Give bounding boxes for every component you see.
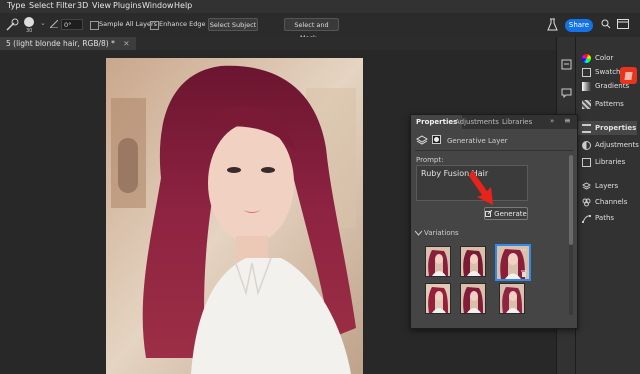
menu-bar: Type Select Filter 3D View Plugins Windo… [0, 0, 640, 13]
prompt-label: Prompt: [416, 156, 444, 164]
mask-icon [432, 135, 441, 144]
properties-tabs: Properties Adjustments Libraries » ≡ [411, 115, 577, 129]
properties-icon [582, 123, 591, 133]
brush-preview-icon[interactable] [24, 17, 34, 27]
collapse-panel-icon[interactable]: » [550, 117, 554, 125]
panel-channels[interactable]: Channels [582, 195, 627, 209]
panel-libraries-label: Libraries [595, 158, 626, 166]
workspace-icon[interactable] [617, 19, 629, 29]
panel-color[interactable]: Color [582, 51, 613, 65]
panel-paths[interactable]: Paths [582, 211, 614, 225]
sample-all-layers-checkbox[interactable] [90, 21, 99, 30]
red-arrow-annotation [469, 170, 493, 205]
angle-icon [50, 20, 58, 28]
panel-layers-label: Layers [595, 182, 619, 190]
menu-type[interactable]: Type [7, 1, 25, 10]
menu-select[interactable]: Select [29, 1, 54, 10]
variation-thumbnail[interactable] [425, 246, 451, 277]
search-icon[interactable] [601, 19, 611, 29]
color-wheel-icon [582, 53, 591, 63]
menu-plugins[interactable]: Plugins [113, 1, 142, 10]
variation-thumbnail[interactable] [460, 246, 486, 277]
panel-adjustments[interactable]: Adjustments [582, 138, 639, 152]
gradient-icon [582, 81, 591, 91]
channels-icon [582, 198, 591, 206]
variation-thumbnail[interactable] [425, 283, 451, 314]
panel-layers[interactable]: Layers [582, 179, 618, 193]
generate-icon [485, 210, 493, 217]
tab-libraries[interactable]: Libraries [497, 115, 537, 129]
document-tab-bar: 5 (light blonde hair, RGB/8) * ✕ [0, 37, 560, 50]
sample-all-layers-label: Sample All Layers [99, 20, 158, 28]
adjustments-icon [582, 140, 591, 150]
trash-icon[interactable] [521, 270, 527, 277]
brush-size-value: 30 [26, 28, 33, 34]
layer-type-label: Generative Layer [447, 137, 508, 145]
options-bar: 30 ⌄ 0° Sample All Layers Enhance Edge S… [0, 13, 640, 42]
close-icon[interactable]: ✕ [123, 39, 129, 48]
panel-adjustments-label: Adjustments [595, 141, 639, 149]
swatches-icon [582, 67, 591, 77]
patterns-icon [582, 99, 591, 109]
chevron-down-icon[interactable] [415, 230, 422, 236]
panel-properties[interactable]: Properties [578, 121, 637, 135]
menu-view[interactable]: View [92, 1, 111, 10]
comments-icon[interactable] [561, 87, 572, 98]
angle-input[interactable]: 0° [61, 19, 83, 30]
quick-selection-tool-icon[interactable] [5, 18, 19, 32]
properties-panel: Properties Adjustments Libraries » ≡ Gen… [410, 114, 578, 329]
panel-menu-icon[interactable]: ≡ [564, 116, 571, 125]
variation-thumbnail-selected[interactable]: ⋯ [495, 244, 531, 281]
enhance-edge-label: Enhance Edge [159, 20, 206, 28]
select-subject-button[interactable]: Select Subject [208, 18, 258, 31]
panel-properties-label: Properties [595, 124, 637, 132]
panel-scrollbar[interactable] [569, 155, 573, 315]
panel-channels-label: Channels [595, 198, 628, 206]
variation-thumbnail[interactable] [460, 283, 486, 314]
layers-icon [582, 181, 591, 190]
menu-help[interactable]: Help [174, 1, 192, 10]
panel-color-label: Color [595, 54, 614, 62]
panel-paths-label: Paths [595, 214, 615, 222]
panel-patterns-label: Patterns [595, 100, 624, 108]
divider [415, 150, 573, 151]
panel-dock: Color Swatches Gradients Patterns Proper… [575, 37, 640, 374]
generative-layer-icon [416, 135, 428, 145]
variations-label: Variations [424, 229, 459, 237]
generate-button-label: Generate [494, 209, 527, 218]
beaker-icon[interactable] [547, 18, 558, 31]
panel-patterns[interactable]: Patterns [582, 97, 624, 111]
variation-thumbnail[interactable] [499, 283, 525, 314]
menu-filter[interactable]: Filter [56, 1, 76, 10]
brush-dropdown-icon[interactable]: ⌄ [40, 19, 46, 27]
tab-adjustments[interactable]: Adjustments [450, 115, 504, 129]
more-options-icon[interactable]: ⋯ [520, 246, 527, 254]
share-button[interactable]: Share [565, 19, 593, 32]
enhance-edge-checkbox[interactable] [150, 21, 159, 30]
generate-button[interactable]: Generate [484, 207, 528, 220]
history-icon[interactable] [561, 59, 572, 70]
adobe-badge-icon[interactable] [620, 67, 637, 84]
select-and-mask-button[interactable]: Select and Mask... [284, 18, 339, 42]
menu-window[interactable]: Window [142, 1, 174, 10]
document-tab[interactable]: 5 (light blonde hair, RGB/8) * ✕ [0, 37, 136, 50]
document-tab-title: 5 (light blonde hair, RGB/8) * [6, 39, 115, 48]
libraries-icon [582, 157, 591, 167]
menu-3d[interactable]: 3D [77, 1, 88, 10]
paths-icon [582, 214, 591, 223]
panel-libraries[interactable]: Libraries [582, 155, 625, 169]
portrait-photo [106, 58, 363, 374]
